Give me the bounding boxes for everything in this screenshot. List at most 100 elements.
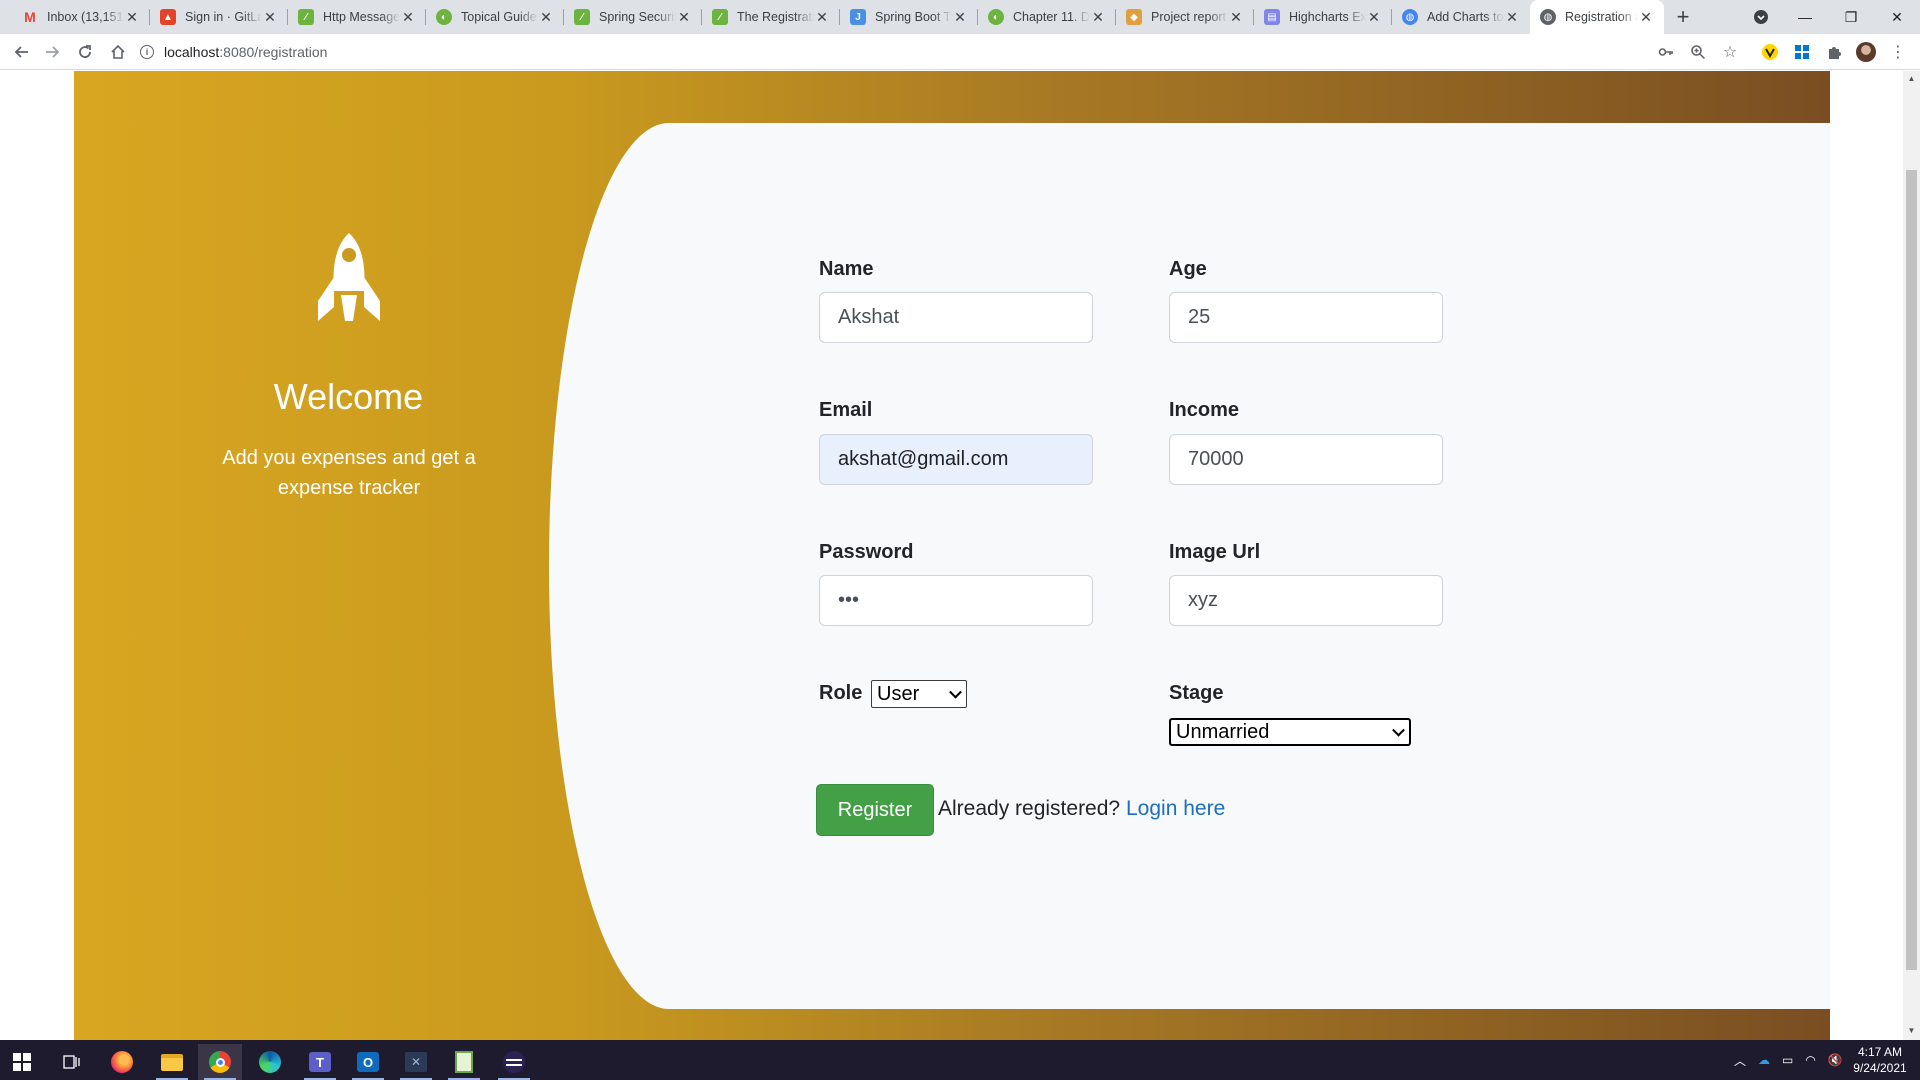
edge-icon[interactable] [248, 1044, 292, 1080]
battery-icon[interactable]: ▭ [1782, 1053, 1793, 1067]
close-icon[interactable]: ✕ [1366, 9, 1382, 26]
gmail-icon: M [24, 9, 36, 25]
start-button[interactable] [0, 1044, 44, 1080]
password-input[interactable] [819, 575, 1093, 626]
gitlab-icon: ▲ [160, 9, 176, 25]
chevron-down-icon [949, 685, 962, 699]
close-icon[interactable]: ✕ [952, 9, 968, 26]
onedrive-icon[interactable]: ☁ [1758, 1053, 1770, 1067]
close-icon[interactable]: ✕ [1090, 9, 1106, 26]
tab-http-messages[interactable]: ∕ Http Messages ✕ [288, 0, 426, 34]
rocket-icon [318, 233, 380, 321]
tab-topical-guide[interactable]: ◐ Topical Guide ✕ [426, 0, 564, 34]
password-label: Password [819, 541, 914, 563]
minimize-icon[interactable]: — [1782, 0, 1828, 34]
wifi-icon[interactable]: ◠ [1805, 1053, 1815, 1067]
close-icon[interactable]: ✕ [676, 9, 692, 26]
login-link[interactable]: Login here [1126, 797, 1225, 821]
taskbar-clock[interactable]: 4:17 AM 9/24/2021 [1846, 1044, 1914, 1076]
globe-icon: ◍ [1540, 9, 1556, 25]
highcharts-icon: ▤ [1264, 9, 1280, 25]
age-label: Age [1169, 258, 1207, 280]
register-button[interactable]: Register [816, 784, 934, 836]
zoom-icon[interactable] [1686, 40, 1710, 64]
teams-icon[interactable]: T [298, 1044, 342, 1080]
back-icon[interactable] [10, 40, 34, 64]
tab-highcharts[interactable]: ▤ Highcharts Ex ✕ [1254, 0, 1392, 34]
tab-title: Topical Guide [461, 10, 537, 24]
scroll-down-arrow[interactable]: ▼ [1906, 1026, 1917, 1036]
page-icon: ∕ [712, 9, 728, 25]
tab-search-icon[interactable] [1738, 0, 1784, 34]
chrome-icon[interactable] [198, 1044, 242, 1080]
notepad-icon[interactable] [442, 1044, 486, 1080]
extensions-puzzle-icon[interactable] [1822, 40, 1846, 64]
role-select[interactable]: User [871, 680, 967, 708]
forward-icon[interactable] [40, 40, 64, 64]
role-label: Role [819, 682, 863, 704]
home-icon[interactable] [106, 40, 130, 64]
file-explorer-icon[interactable] [150, 1044, 194, 1080]
eclipse-icon[interactable] [492, 1044, 536, 1080]
close-icon[interactable]: ✕ [400, 9, 416, 26]
system-tray: ︿ ☁ ▭ ◠ 🔇 [1734, 1040, 1843, 1080]
close-icon[interactable]: ✕ [538, 9, 554, 26]
tab-gitlab[interactable]: ▲ Sign in · GitLab ✕ [150, 0, 288, 34]
age-input[interactable] [1169, 292, 1443, 343]
income-input[interactable] [1169, 434, 1443, 485]
key-icon[interactable] [1654, 40, 1678, 64]
spring-icon: ◐ [436, 9, 452, 25]
email-input[interactable] [819, 434, 1093, 485]
close-icon[interactable]: ✕ [124, 9, 140, 26]
menu-dots-icon[interactable]: ⋮ [1886, 40, 1910, 64]
close-icon[interactable]: ✕ [262, 9, 278, 26]
site-info-icon[interactable]: i [140, 45, 154, 59]
outlook-icon[interactable]: O [346, 1044, 390, 1080]
close-icon[interactable]: ✕ [1638, 9, 1654, 26]
windows-extension-icon[interactable] [1790, 40, 1814, 64]
tab-spring-boot[interactable]: J Spring Boot T ✕ [840, 0, 978, 34]
close-icon[interactable]: ✕ [1228, 9, 1244, 26]
windows-taskbar: T O ✕ ︿ ☁ ▭ ◠ 🔇 4:17 AM 9/24/2021 [0, 1040, 1920, 1080]
stage-label: Stage [1169, 682, 1224, 704]
scroll-up-arrow[interactable]: ▲ [1906, 74, 1917, 84]
tab-chapter-11[interactable]: ◐ Chapter 11. D ✕ [978, 0, 1116, 34]
image-url-label: Image Url [1169, 541, 1261, 563]
tab-spring-security[interactable]: ∕ Spring Security ✕ [564, 0, 702, 34]
close-icon[interactable]: ✕ [1504, 9, 1520, 26]
stage-select[interactable]: Unmarried [1169, 718, 1411, 746]
tab-the-registration[interactable]: ∕ The Registration ✕ [702, 0, 840, 34]
tab-title: Add Charts to [1427, 10, 1504, 24]
new-tab-button[interactable]: + [1668, 0, 1698, 34]
tab-title: Project report [1151, 10, 1227, 24]
address-bar[interactable]: i localhost:8080/registration [140, 38, 1680, 66]
close-icon[interactable]: ✕ [814, 9, 830, 26]
globe-icon: ◍ [1402, 9, 1418, 25]
tab-registration[interactable]: ◍ Registration a ✕ [1530, 0, 1664, 34]
show-hidden-icons-icon[interactable]: ︿ [1734, 1052, 1746, 1069]
bookmark-star-icon[interactable]: ☆ [1718, 40, 1742, 64]
profile-avatar[interactable] [1854, 40, 1878, 64]
already-registered-text: Already registered? [938, 797, 1121, 820]
tab-title: Registration a [1565, 10, 1638, 24]
tab-title: Chapter 11. D [1013, 10, 1090, 24]
volume-muted-icon[interactable]: 🔇 [1828, 1053, 1843, 1067]
tab-title: Spring Security [599, 10, 676, 24]
task-view-icon[interactable] [50, 1044, 94, 1080]
maximize-icon[interactable]: ❐ [1828, 0, 1874, 34]
sql-server-icon[interactable]: ✕ [394, 1044, 438, 1080]
email-label: Email [819, 399, 873, 421]
tab-inbox[interactable]: M Inbox (13,151) ✕ [12, 0, 150, 34]
norton-extension-icon[interactable] [1758, 40, 1782, 64]
tab-add-charts[interactable]: ◍ Add Charts to ✕ [1392, 0, 1530, 34]
url-path: :8080/registration [219, 44, 328, 60]
firefox-icon[interactable] [100, 1044, 144, 1080]
name-input[interactable] [819, 292, 1093, 343]
tab-project-report[interactable]: ◆ Project report ✕ [1116, 0, 1254, 34]
reload-icon[interactable] [73, 40, 97, 64]
window-close-icon[interactable]: ✕ [1874, 0, 1920, 34]
spring-icon: ◐ [988, 9, 1004, 25]
scrollbar-thumb[interactable] [1906, 170, 1917, 970]
image-url-input[interactable] [1169, 575, 1443, 626]
clock-time: 4:17 AM [1857, 1045, 1903, 1059]
